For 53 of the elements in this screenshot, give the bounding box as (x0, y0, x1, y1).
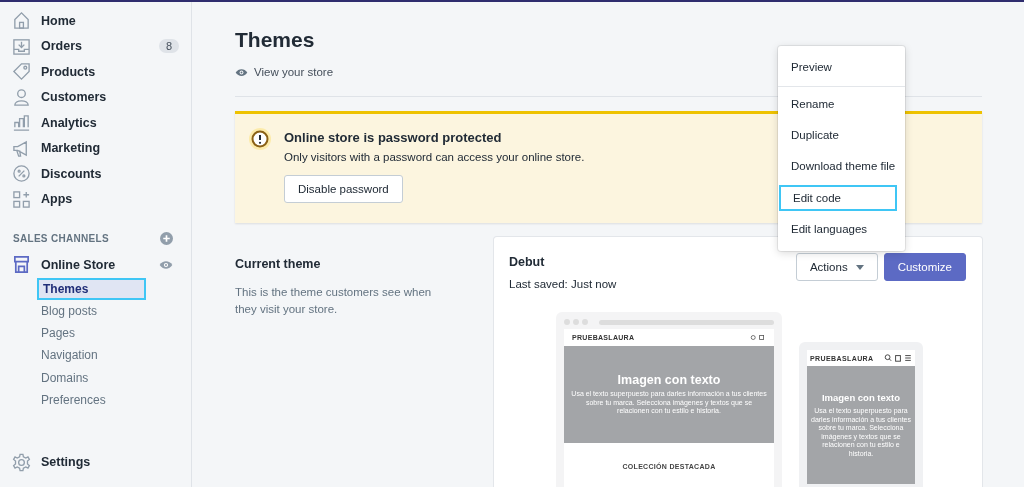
eye-icon (235, 67, 248, 77)
nav-item[interactable]: Online Store (0, 252, 191, 278)
menu-item[interactable]: Preview (778, 52, 905, 83)
view-store-link[interactable]: View your store (235, 66, 334, 78)
customize-button[interactable]: Customize (883, 253, 966, 281)
tag-icon (12, 62, 31, 82)
nav-item[interactable]: Settings (0, 449, 191, 475)
gear-icon (12, 452, 31, 472)
menu-item[interactable]: Edit languages (778, 214, 905, 245)
sidebar-subitem[interactable]: Preferences (37, 389, 146, 412)
page-title: Themes (235, 28, 316, 52)
caret-icon (855, 264, 864, 270)
nav-item[interactable]: Discounts (0, 161, 191, 187)
add-icon[interactable] (160, 231, 173, 245)
section-heading: Current theme (235, 257, 322, 271)
theme-name: Debut (509, 255, 546, 269)
badge-icon (12, 164, 31, 184)
disable-password-button[interactable]: Disable password (284, 175, 403, 203)
person-icon (12, 87, 31, 107)
nav-item[interactable]: Home (0, 8, 191, 34)
banner-title: Online store is password protected (284, 130, 502, 145)
last-saved-text: Last saved: Just now (509, 278, 618, 290)
grid-icon (12, 189, 31, 209)
home-icon (12, 11, 31, 31)
sidebar-subitem[interactable]: Themes (37, 277, 146, 300)
nav-item[interactable]: Products (0, 59, 191, 85)
warning-icon (249, 128, 271, 150)
hero-title: Imagen con texto (617, 373, 721, 388)
section-heading: SALES CHANNELS (13, 232, 109, 244)
menu-item[interactable]: Edit code (779, 185, 897, 211)
nav-item[interactable]: Marketing (0, 135, 191, 161)
menu-item[interactable]: Duplicate (778, 120, 905, 151)
store-icon (12, 255, 31, 275)
count-badge: 8 (158, 39, 179, 54)
nav-item[interactable]: Analytics (0, 110, 191, 136)
menu-item[interactable]: Rename (778, 89, 905, 120)
header-icons (884, 354, 912, 362)
sidebar-subitem[interactable]: Pages (37, 322, 146, 345)
bar-chart-icon (12, 113, 31, 133)
sidebar-subitem[interactable]: Domains (37, 366, 146, 389)
nav-item[interactable]: Orders 8 (0, 33, 191, 59)
sidebar-subitem[interactable]: Navigation (37, 344, 146, 367)
hero-title: Imagen con texto (821, 392, 901, 403)
actions-button[interactable]: Actions (795, 253, 878, 281)
nav-item[interactable]: Apps (0, 186, 191, 212)
banner-text: Only visitors with a password can access your online store. (284, 151, 585, 163)
menu-item[interactable]: Download theme file (778, 151, 905, 182)
sidebar-subitem[interactable]: Blog posts (37, 299, 146, 323)
inbox-icon (12, 36, 31, 56)
nav-item[interactable]: Customers (0, 84, 191, 110)
eye-icon[interactable] (159, 259, 173, 270)
header-icons (750, 334, 766, 341)
section-description: This is the theme customers see when they visit your store. (235, 285, 433, 317)
